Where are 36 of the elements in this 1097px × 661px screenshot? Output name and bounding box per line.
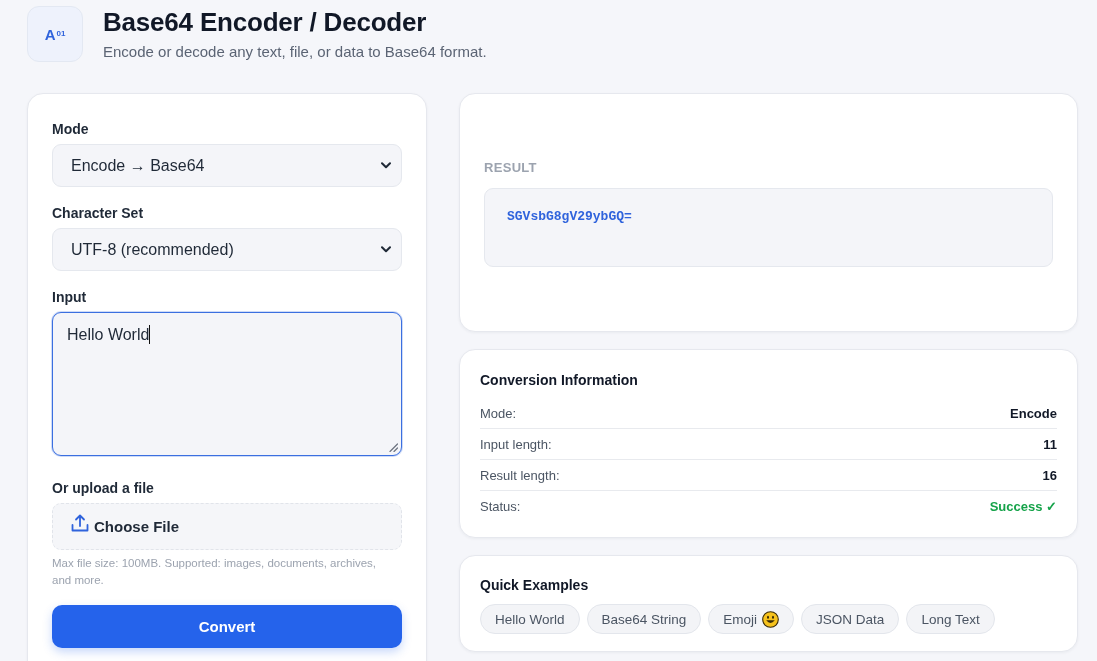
page-title: Base64 Encoder / Decoder bbox=[103, 6, 428, 38]
example-chip[interactable]: Base64 String bbox=[586, 604, 702, 634]
card-title: Conversion Information bbox=[480, 371, 638, 389]
resize-grip-icon[interactable] bbox=[389, 443, 398, 452]
smiley-emoji-icon bbox=[762, 610, 780, 628]
info-value: 11 bbox=[1043, 436, 1057, 452]
example-chip[interactable]: Hello World bbox=[480, 604, 580, 634]
info-value: 16 bbox=[1042, 467, 1057, 483]
dropdown-select[interactable]: UTF-8 (recommended) bbox=[52, 228, 402, 271]
dropdown-select[interactable]: Encode → Base64 bbox=[52, 144, 402, 187]
file-upload-field[interactable]: Choose File bbox=[52, 503, 402, 550]
example-chip[interactable]: Emoji bbox=[708, 604, 795, 634]
field-label: Input bbox=[52, 288, 87, 307]
app-logo: A$^{01}$ bbox=[27, 6, 83, 62]
convert-button[interactable]: Convert bbox=[52, 605, 402, 648]
upload-icon bbox=[71, 513, 89, 532]
info-value: Encode bbox=[1010, 405, 1057, 421]
chevron-down-icon bbox=[381, 246, 391, 253]
info-label: Input length: bbox=[480, 436, 552, 452]
info-label: Result length: bbox=[480, 467, 560, 483]
card-title: Quick Examples bbox=[480, 576, 589, 594]
info-label: Mode: bbox=[480, 405, 517, 421]
info-label: Status: bbox=[480, 498, 521, 514]
result-label: RESULT bbox=[484, 159, 537, 177]
example-chip[interactable]: JSON Data bbox=[801, 604, 900, 634]
text-cursor bbox=[149, 325, 151, 344]
example-chip[interactable]: Long Text bbox=[906, 604, 995, 634]
text-input-area[interactable]: Hello World bbox=[52, 312, 402, 456]
page-subtitle: Encode or decode any text, file, or data to Base64 format. bbox=[103, 42, 487, 62]
chevron-down-icon bbox=[381, 162, 391, 169]
field-label: Mode bbox=[52, 120, 89, 139]
field-label: Or upload a file bbox=[52, 479, 154, 498]
field-label: Character Set bbox=[52, 204, 144, 223]
file-size-hint: Max file size: 100MB. Supported: images, documents, archives, and more. bbox=[52, 556, 378, 588]
result-value: SGVsbG8gV29ybGQ= bbox=[507, 209, 632, 225]
info-value: Success ✓ bbox=[989, 498, 1057, 514]
